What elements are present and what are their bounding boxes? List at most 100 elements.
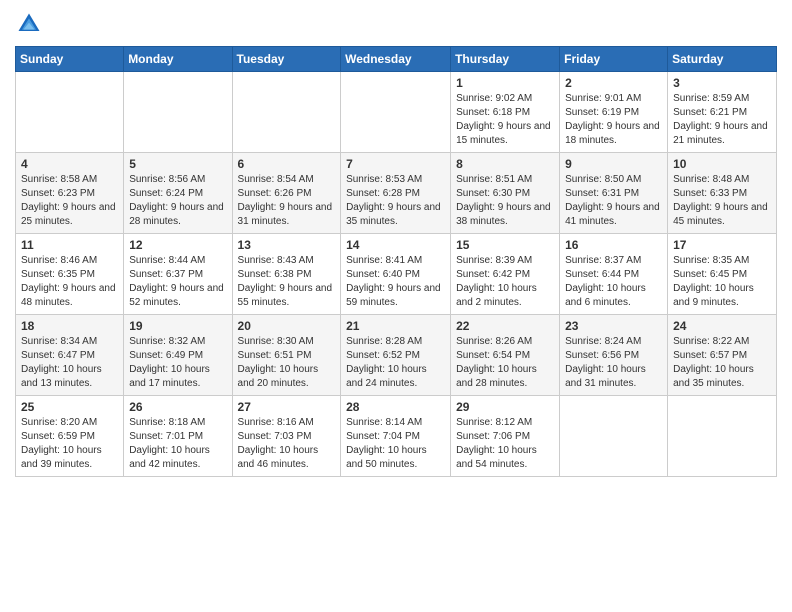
calendar-cell: 21 Sunrise: 8:28 AMSunset: 6:52 PMDayligh… [341, 315, 451, 396]
weekday-header-thursday: Thursday [451, 47, 560, 72]
day-info: Sunrise: 8:39 AMSunset: 6:42 PMDaylight:… [456, 254, 554, 310]
day-number: 10 [673, 157, 771, 171]
day-info: Sunrise: 8:58 AMSunset: 6:23 PMDaylight:… [21, 173, 118, 229]
day-info: Sunrise: 8:34 AMSunset: 6:47 PMDaylight:… [21, 335, 118, 391]
calendar-cell: 2 Sunrise: 9:01 AMSunset: 6:19 PMDaylight… [560, 72, 668, 153]
day-number: 23 [565, 319, 662, 333]
day-info: Sunrise: 8:46 AMSunset: 6:35 PMDaylight:… [21, 254, 118, 310]
logo-icon [15, 10, 43, 38]
calendar-cell: 10 Sunrise: 8:48 AMSunset: 6:33 PMDayligh… [668, 153, 777, 234]
week-row-4: 18 Sunrise: 8:34 AMSunset: 6:47 PMDayligh… [16, 315, 777, 396]
day-info: Sunrise: 9:01 AMSunset: 6:19 PMDaylight:… [565, 92, 662, 148]
day-number: 3 [673, 76, 771, 90]
calendar-cell [124, 72, 232, 153]
day-info: Sunrise: 8:12 AMSunset: 7:06 PMDaylight:… [456, 416, 554, 472]
day-number: 2 [565, 76, 662, 90]
calendar-cell: 7Sunrise: 8:53 AMSunset: 6:28 PMDaylight… [341, 153, 451, 234]
day-number: 5 [129, 157, 226, 171]
weekday-header-row: SundayMondayTuesdayWednesdayThursdayFrid… [16, 47, 777, 72]
calendar-cell [341, 72, 451, 153]
calendar-cell: 14 Sunrise: 8:41 AMSunset: 6:40 PMDayligh… [341, 234, 451, 315]
weekday-header-saturday: Saturday [668, 47, 777, 72]
page: SundayMondayTuesdayWednesdayThursdayFrid… [0, 0, 792, 612]
day-number: 9 [565, 157, 662, 171]
day-info: Sunrise: 9:02 AMSunset: 6:18 PMDaylight:… [456, 92, 554, 148]
day-number: 17 [673, 238, 771, 252]
day-number: 1 [456, 76, 554, 90]
day-info: Sunrise: 8:26 AMSunset: 6:54 PMDaylight:… [456, 335, 554, 391]
calendar-cell: 19 Sunrise: 8:32 AMSunset: 6:49 PMDayligh… [124, 315, 232, 396]
day-info: Sunrise: 8:20 AMSunset: 6:59 PMDaylight:… [21, 416, 118, 472]
day-info: Sunrise: 8:41 AMSunset: 6:40 PMDaylight:… [346, 254, 445, 310]
day-number: 19 [129, 319, 226, 333]
calendar-cell: 12 Sunrise: 8:44 AMSunset: 6:37 PMDayligh… [124, 234, 232, 315]
calendar-cell: 25 Sunrise: 8:20 AMSunset: 6:59 PMDayligh… [16, 396, 124, 477]
day-number: 14 [346, 238, 445, 252]
week-row-2: 4 Sunrise: 8:58 AMSunset: 6:23 PMDaylight… [16, 153, 777, 234]
calendar-cell: 23 Sunrise: 8:24 AMSunset: 6:56 PMDayligh… [560, 315, 668, 396]
week-row-1: 1 Sunrise: 9:02 AMSunset: 6:18 PMDaylight… [16, 72, 777, 153]
calendar-cell: 17 Sunrise: 8:35 AMSunset: 6:45 PMDayligh… [668, 234, 777, 315]
day-number: 20 [238, 319, 336, 333]
day-number: 15 [456, 238, 554, 252]
calendar-cell: 22 Sunrise: 8:26 AMSunset: 6:54 PMDayligh… [451, 315, 560, 396]
day-number: 12 [129, 238, 226, 252]
weekday-header-monday: Monday [124, 47, 232, 72]
day-info: Sunrise: 8:24 AMSunset: 6:56 PMDaylight:… [565, 335, 662, 391]
weekday-header-tuesday: Tuesday [232, 47, 341, 72]
calendar-cell: 18 Sunrise: 8:34 AMSunset: 6:47 PMDayligh… [16, 315, 124, 396]
day-info: Sunrise: 8:59 AMSunset: 6:21 PMDaylight:… [673, 92, 771, 148]
day-number: 21 [346, 319, 445, 333]
calendar-cell [668, 396, 777, 477]
calendar-cell: 20 Sunrise: 8:30 AMSunset: 6:51 PMDayligh… [232, 315, 341, 396]
day-info: Sunrise: 8:37 AMSunset: 6:44 PMDaylight:… [565, 254, 662, 310]
day-info: Sunrise: 8:32 AMSunset: 6:49 PMDaylight:… [129, 335, 226, 391]
day-number: 16 [565, 238, 662, 252]
day-number: 8 [456, 157, 554, 171]
calendar-cell: 5 Sunrise: 8:56 AMSunset: 6:24 PMDaylight… [124, 153, 232, 234]
day-info: Sunrise: 8:43 AMSunset: 6:38 PMDaylight:… [238, 254, 336, 310]
calendar-cell: 9 Sunrise: 8:50 AMSunset: 6:31 PMDaylight… [560, 153, 668, 234]
calendar-cell: 27Sunrise: 8:16 AMSunset: 7:03 PMDayligh… [232, 396, 341, 477]
calendar-cell: 15 Sunrise: 8:39 AMSunset: 6:42 PMDayligh… [451, 234, 560, 315]
day-info: Sunrise: 8:30 AMSunset: 6:51 PMDaylight:… [238, 335, 336, 391]
day-number: 25 [21, 400, 118, 414]
calendar-cell: 6 Sunrise: 8:54 AMSunset: 6:26 PMDaylight… [232, 153, 341, 234]
calendar-cell: 11 Sunrise: 8:46 AMSunset: 6:35 PMDayligh… [16, 234, 124, 315]
day-number: 27 [238, 400, 336, 414]
week-row-3: 11 Sunrise: 8:46 AMSunset: 6:35 PMDayligh… [16, 234, 777, 315]
day-info: Sunrise: 8:50 AMSunset: 6:31 PMDaylight:… [565, 173, 662, 229]
calendar-cell: 26Sunrise: 8:18 AMSunset: 7:01 PMDayligh… [124, 396, 232, 477]
calendar-cell: 13 Sunrise: 8:43 AMSunset: 6:38 PMDayligh… [232, 234, 341, 315]
day-number: 18 [21, 319, 118, 333]
day-info: Sunrise: 8:14 AMSunset: 7:04 PMDaylight:… [346, 416, 445, 472]
day-info: Sunrise: 8:48 AMSunset: 6:33 PMDaylight:… [673, 173, 771, 229]
day-number: 22 [456, 319, 554, 333]
day-number: 26 [129, 400, 226, 414]
day-info: Sunrise: 8:22 AMSunset: 6:57 PMDaylight:… [673, 335, 771, 391]
calendar-cell [16, 72, 124, 153]
day-info: Sunrise: 8:56 AMSunset: 6:24 PMDaylight:… [129, 173, 226, 229]
day-number: 29 [456, 400, 554, 414]
day-number: 6 [238, 157, 336, 171]
calendar-table: SundayMondayTuesdayWednesdayThursdayFrid… [15, 46, 777, 477]
weekday-header-sunday: Sunday [16, 47, 124, 72]
day-number: 11 [21, 238, 118, 252]
day-info: Sunrise: 8:51 AMSunset: 6:30 PMDaylight:… [456, 173, 554, 229]
day-number: 4 [21, 157, 118, 171]
day-info: Sunrise: 8:35 AMSunset: 6:45 PMDaylight:… [673, 254, 771, 310]
week-row-5: 25 Sunrise: 8:20 AMSunset: 6:59 PMDayligh… [16, 396, 777, 477]
calendar-cell: 16 Sunrise: 8:37 AMSunset: 6:44 PMDayligh… [560, 234, 668, 315]
weekday-header-wednesday: Wednesday [341, 47, 451, 72]
day-info: Sunrise: 8:44 AMSunset: 6:37 PMDaylight:… [129, 254, 226, 310]
calendar-cell: 8 Sunrise: 8:51 AMSunset: 6:30 PMDaylight… [451, 153, 560, 234]
calendar-cell: 29 Sunrise: 8:12 AMSunset: 7:06 PMDayligh… [451, 396, 560, 477]
header [15, 10, 777, 38]
day-info: Sunrise: 8:54 AMSunset: 6:26 PMDaylight:… [238, 173, 336, 229]
logo [15, 10, 47, 38]
day-info: Sunrise: 8:53 AMSunset: 6:28 PMDaylight:… [346, 173, 445, 229]
day-info: Sunrise: 8:28 AMSunset: 6:52 PMDaylight:… [346, 335, 445, 391]
calendar-cell: 4 Sunrise: 8:58 AMSunset: 6:23 PMDaylight… [16, 153, 124, 234]
calendar-cell: 28Sunrise: 8:14 AMSunset: 7:04 PMDayligh… [341, 396, 451, 477]
day-number: 13 [238, 238, 336, 252]
